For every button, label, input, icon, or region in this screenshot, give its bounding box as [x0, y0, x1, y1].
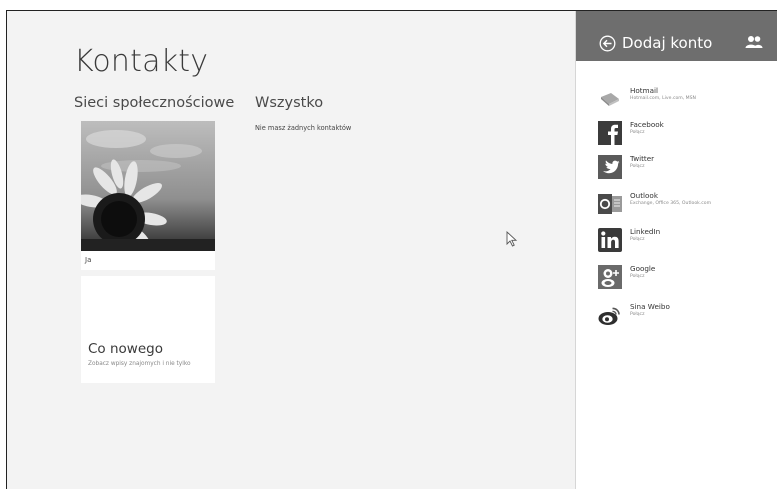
facebook-icon	[597, 120, 623, 146]
linkedin-icon	[597, 227, 623, 253]
page-title: Kontakty	[74, 44, 209, 79]
whats-new-tile[interactable]: Co nowego Zobacz wpisy znajomych i nie t…	[81, 276, 215, 383]
twitter-icon	[597, 154, 623, 180]
google-icon	[597, 264, 623, 290]
window: Kontakty Sieci społecznościowe Wszystko …	[6, 10, 777, 489]
account-outlook[interactable]: Outlook Exchange, Office 365, Outlook.co…	[597, 191, 777, 221]
account-description: Połącz	[630, 312, 645, 317]
back-arrow-icon[interactable]	[599, 35, 616, 52]
me-label: Ja	[85, 256, 92, 264]
account-sina-weibo[interactable]: Sina Weibo Połącz	[597, 302, 777, 332]
whats-new-subtitle: Zobacz wpisy znajomych i nie tylko	[88, 361, 191, 367]
sina-weibo-icon	[597, 302, 623, 328]
people-app: Kontakty Sieci społecznościowe Wszystko …	[7, 11, 575, 489]
account-facebook[interactable]: Facebook Połącz	[597, 120, 777, 150]
account-name: Sina Weibo	[630, 302, 670, 311]
section-social-header[interactable]: Sieci społecznościowe	[74, 95, 234, 111]
account-description: Połącz	[630, 130, 645, 135]
hotmail-icon	[597, 86, 623, 112]
account-name: Outlook	[630, 191, 658, 200]
account-description: Połącz	[630, 237, 645, 242]
account-hotmail[interactable]: Hotmail Hotmail.com, Live.com, MSN	[597, 86, 777, 116]
whats-new-title: Co nowego	[88, 341, 163, 357]
account-description: Połącz	[630, 274, 645, 279]
account-name: Hotmail	[630, 86, 659, 95]
account-twitter[interactable]: Twitter Połącz	[597, 154, 777, 184]
account-name: Facebook	[630, 120, 664, 129]
me-tile[interactable]: Ja	[81, 121, 215, 270]
pane-title: Dodaj konto	[622, 34, 713, 52]
empty-contacts-message: Nie masz żadnych kontaktów	[255, 124, 352, 132]
outlook-icon	[597, 191, 623, 217]
profile-photo	[81, 121, 215, 251]
account-name: Google	[630, 264, 656, 273]
account-description: Hotmail.com, Live.com, MSN	[630, 96, 696, 101]
account-linkedin[interactable]: LinkedIn Połącz	[597, 227, 777, 257]
account-description: Połącz	[630, 164, 645, 169]
account-name: Twitter	[630, 154, 655, 163]
section-all-header[interactable]: Wszystko	[255, 95, 323, 111]
account-name: LinkedIn	[630, 227, 661, 236]
account-google[interactable]: Google Połącz	[597, 264, 777, 294]
people-icon	[745, 36, 763, 48]
add-account-pane: Dodaj konto Hotmail Hotmail.com, Live.co…	[575, 11, 777, 489]
account-description: Exchange, Office 365, Outlook.com	[630, 201, 712, 206]
mouse-cursor-icon	[506, 231, 518, 247]
pane-header: Dodaj konto	[576, 11, 777, 61]
